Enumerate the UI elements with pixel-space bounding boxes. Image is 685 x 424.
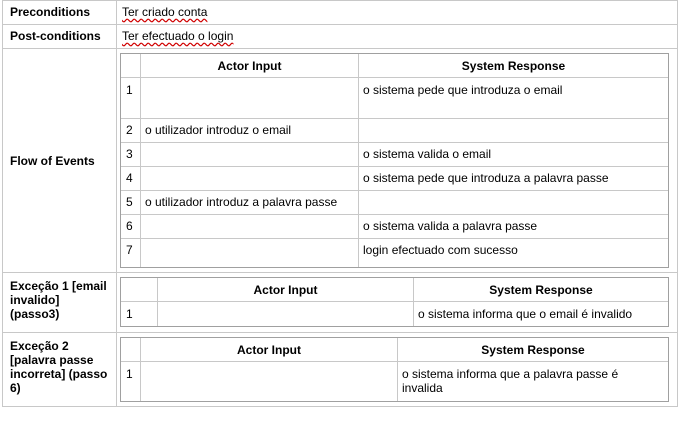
exception1-header-actor: Actor Input bbox=[253, 283, 318, 297]
postconditions-text: Ter efectuado o login bbox=[122, 29, 234, 43]
preconditions-value: Ter criado conta bbox=[122, 5, 207, 19]
preconditions-label: Preconditions bbox=[10, 5, 91, 19]
flow-row-4-system: o sistema pede que introduza a palavra p… bbox=[363, 171, 609, 185]
exception1-label: Exceção 1 [email invalido] (passo3) bbox=[10, 279, 107, 321]
exception2-label: Exceção 2 [palavra passe incorreta] (pas… bbox=[10, 339, 108, 395]
exception2-row-1-system: o sistema informa que a palavra passe é … bbox=[402, 367, 619, 395]
flow-row-7-number: 7 bbox=[126, 243, 133, 257]
preconditions-text: Ter criado conta bbox=[122, 5, 208, 19]
exception1-row-1-number: 1 bbox=[126, 307, 133, 321]
flow-row-2-actor: o utilizador introduz o email bbox=[145, 123, 292, 137]
flow-row-3-number: 3 bbox=[126, 147, 133, 161]
flow-row-1-system: o sistema pede que introduza o email bbox=[363, 83, 563, 97]
postconditions-value: Ter efectuado o login bbox=[122, 29, 233, 43]
flow-row-5-actor: o utilizador introduz a palavra passe bbox=[145, 195, 338, 209]
flow-header-actor: Actor Input bbox=[217, 59, 282, 73]
flow-row-3-system: o sistema valida o email bbox=[363, 147, 492, 161]
flow-row-5-number: 5 bbox=[126, 195, 133, 209]
flow-row-6-system: o sistema valida a palavra passe bbox=[363, 219, 538, 233]
exception1-header-system: System Response bbox=[489, 283, 593, 297]
flow-header-system: System Response bbox=[461, 59, 566, 73]
exception1-row-1-system: o sistema informa que o email é invalido bbox=[418, 307, 633, 321]
flow-row-1-number: 1 bbox=[126, 83, 133, 97]
flow-row-6-number: 6 bbox=[126, 219, 133, 233]
flow-of-events-label: Flow of Events bbox=[10, 154, 95, 168]
postconditions-label: Post-conditions bbox=[10, 29, 101, 43]
flow-row-7-system: login efectuado com sucesso bbox=[363, 243, 518, 257]
exception2-row-1-number: 1 bbox=[126, 367, 133, 381]
flow-row-4-number: 4 bbox=[126, 171, 133, 185]
flow-row-2-number: 2 bbox=[126, 123, 133, 137]
exception2-header-system: System Response bbox=[481, 343, 585, 357]
exception2-header-actor: Actor Input bbox=[237, 343, 301, 357]
